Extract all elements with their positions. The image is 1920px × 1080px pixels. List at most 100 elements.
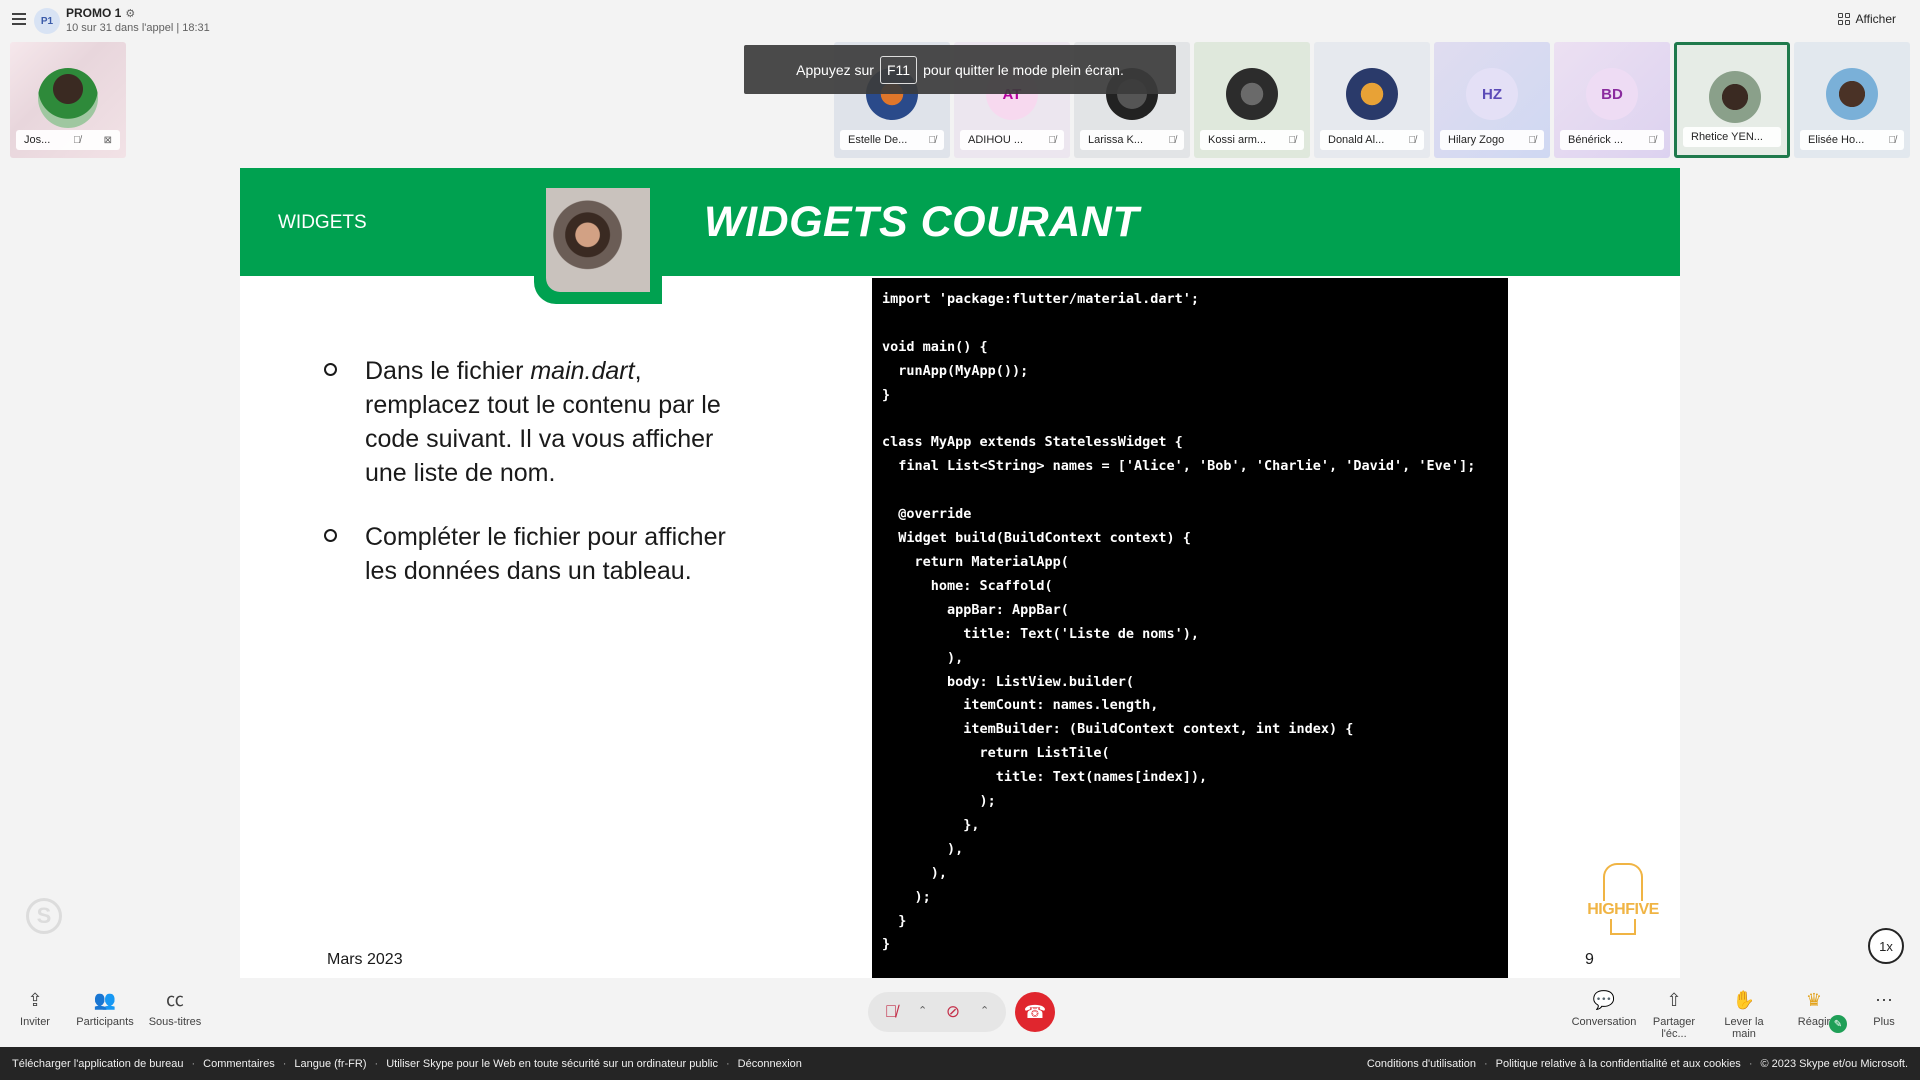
mic-off-icon[interactable]: 🎙̸ <box>878 999 904 1025</box>
camera-off-icon: ⊠ <box>103 134 112 146</box>
mic-off-icon: 🎙̸ <box>1048 134 1057 146</box>
participant-name: Rhetice YEN... <box>1691 131 1763 143</box>
participant-tile[interactable]: Kossi arm... 🎙̸ <box>1194 42 1310 158</box>
slide-date: Mars 2023 <box>327 951 403 968</box>
playback-speed-button[interactable]: 1x <box>1868 928 1904 964</box>
grid-icon <box>1837 13 1850 25</box>
participant-tile[interactable]: BD Bénérick ... 🎙̸ <box>1554 42 1670 158</box>
bullet-text: Dans le fichier <box>365 357 531 385</box>
self-video-tile[interactable]: Jos... 🎙̸ ⊠ <box>10 42 126 158</box>
mic-off-icon: 🎙̸ <box>73 134 81 146</box>
call-status: 10 sur 31 dans l'appel | 18:31 <box>66 22 210 34</box>
participant-name-chip: Kossi arm... 🎙̸ <box>1200 130 1304 150</box>
highfive-logo: HIGHFIVE <box>1580 863 1666 941</box>
f11-key: F11 <box>879 55 918 84</box>
participant-name-chip: Hilary Zogo 🎙̸ <box>1440 130 1544 150</box>
participant-name-chip: ADIHOU ... 🎙̸ <box>960 130 1064 150</box>
skype-logo-icon: S <box>26 898 62 934</box>
invite-button[interactable]: ⇪ Inviter <box>2 988 68 1028</box>
terms-link[interactable]: Conditions d'utilisation <box>1367 1058 1476 1070</box>
mic-off-icon: 🎙̸ <box>1288 134 1297 146</box>
participant-name: Elisée Ho... <box>1808 134 1865 146</box>
logo-text: HIGHFIVE <box>1587 901 1659 918</box>
gear-icon[interactable]: ⚙ <box>125 7 135 20</box>
participants-label: Participants <box>76 1016 134 1028</box>
participant-name-chip: Larissa K... 🎙̸ <box>1080 130 1184 150</box>
mic-off-icon: 🎙̸ <box>1408 134 1417 146</box>
slide-banner: WIDGETS WIDGETS COURANT <box>240 168 1680 276</box>
download-app-link[interactable]: Télécharger l'application de bureau <box>12 1058 184 1070</box>
share-screen-button[interactable]: ⇧ Partager l'éc... <box>1641 988 1707 1040</box>
avatar: BD <box>1586 68 1638 120</box>
group-name: PROMO 1 <box>66 6 122 20</box>
sign-out-link[interactable]: Déconnexion <box>738 1058 802 1070</box>
self-name-chip: Jos... 🎙̸ ⊠ <box>16 130 120 150</box>
copyright: © 2023 Skype et/ou Microsoft. <box>1760 1057 1908 1070</box>
privacy-link[interactable]: Politique relative à la confidentialité … <box>1496 1058 1741 1070</box>
toast-text-after: pour quitter le mode plein écran. <box>923 61 1124 78</box>
chevron-up-icon[interactable]: ⌃ <box>918 1004 927 1017</box>
participant-name-chip: Bénérick ... 🎙̸ <box>1560 130 1664 150</box>
fullscreen-toast: Appuyez sur F11 pour quitter le mode ple… <box>744 45 1176 94</box>
bullet-circle-icon <box>324 529 337 542</box>
share-up-icon: ⇪ <box>27 990 43 1010</box>
crown-icon: ♛ <box>1805 990 1823 1010</box>
people-icon: 👥 <box>93 990 117 1010</box>
view-label: Afficher <box>1855 12 1896 26</box>
camera-off-icon[interactable]: ⊘ <box>940 999 966 1025</box>
participant-tile[interactable]: Donald Al... 🎙̸ <box>1314 42 1430 158</box>
chat-button[interactable]: 💬 Conversation <box>1571 988 1637 1028</box>
participant-tile-speaking[interactable]: Rhetice YEN... <box>1674 42 1790 158</box>
participant-name-chip: Rhetice YEN... <box>1683 127 1781 147</box>
participant-name: Larissa K... <box>1088 134 1144 146</box>
file-name: main.dart <box>530 357 635 385</box>
menu-icon[interactable] <box>12 13 26 25</box>
participant-tile[interactable]: Elisée Ho... 🎙̸ <box>1794 42 1910 158</box>
view-button[interactable]: Afficher <box>1837 12 1896 26</box>
avatar: HZ <box>1466 68 1518 120</box>
captions-label: Sous-titres <box>148 1016 202 1028</box>
participant-name-chip: Estelle De... 🎙̸ <box>840 130 944 150</box>
participant-name: ADIHOU ... <box>968 134 1024 146</box>
call-controls: ⇪ Inviter 👥 Participants ㏄ Sous-titres 🎙… <box>0 978 1920 1047</box>
raise-hand-button[interactable]: ✋ Lever la main <box>1711 988 1777 1040</box>
language-link[interactable]: Langue (fr-FR) <box>294 1058 366 1070</box>
self-avatar <box>38 68 98 128</box>
avatar <box>1346 68 1398 120</box>
hand-icon: ✋ <box>1732 990 1756 1010</box>
participants-button[interactable]: 👥 Participants <box>72 988 138 1028</box>
public-computer-link[interactable]: Utiliser Skype pour le Web en toute sécu… <box>386 1058 718 1070</box>
more-button[interactable]: ⋯ Plus <box>1851 988 1917 1028</box>
share-label: Partager l'éc... <box>1652 1016 1696 1040</box>
participant-name: Bénérick ... <box>1568 134 1624 146</box>
chat-label: Conversation <box>1571 1016 1637 1028</box>
bullet-text: Compléter le fichier pour afficher les d… <box>365 523 726 585</box>
captions-icon: ㏄ <box>166 990 184 1010</box>
group-title[interactable]: PROMO 1 ⚙ <box>66 6 135 20</box>
participant-name: Estelle De... <box>848 134 908 146</box>
captions-button[interactable]: ㏄ Sous-titres <box>142 988 208 1028</box>
avatar <box>1826 68 1878 120</box>
feedback-link[interactable]: Commentaires <box>203 1058 275 1070</box>
group-avatar: P1 <box>34 8 60 34</box>
code-block: import 'package:flutter/material.dart'; … <box>872 278 1508 978</box>
participant-name: Hilary Zogo <box>1448 134 1505 146</box>
status-bar: Télécharger l'application de bureau · Com… <box>0 1047 1920 1080</box>
list-item: Compléter le fichier pour afficher les d… <box>324 520 754 588</box>
raise-hand-label: Lever la main <box>1724 1016 1764 1040</box>
participant-name-chip: Elisée Ho... 🎙̸ <box>1800 130 1904 150</box>
share-screen-icon: ⇧ <box>1666 990 1682 1010</box>
slide-section: WIDGETS <box>278 212 367 233</box>
chevron-up-icon[interactable]: ⌃ <box>980 1004 989 1017</box>
bullet-list: Dans le fichier main.dart, remplacez tou… <box>324 354 754 618</box>
avatar <box>1709 71 1761 123</box>
participant-tile[interactable]: HZ Hilary Zogo 🎙̸ <box>1434 42 1550 158</box>
avatar <box>1226 68 1278 120</box>
list-item: Dans le fichier main.dart, remplacez tou… <box>324 354 754 490</box>
more-label: Plus <box>1873 1016 1895 1028</box>
media-controls: 🎙̸ ⌃ ⊘ ⌃ <box>868 992 1006 1032</box>
slide-title: WIDGETS COURANT <box>704 198 1140 246</box>
hang-up-button[interactable]: ☎ <box>1015 992 1055 1032</box>
participant-name: Kossi arm... <box>1208 134 1267 146</box>
shared-slide: WIDGETS WIDGETS COURANT Dans le fichier … <box>240 168 1680 978</box>
